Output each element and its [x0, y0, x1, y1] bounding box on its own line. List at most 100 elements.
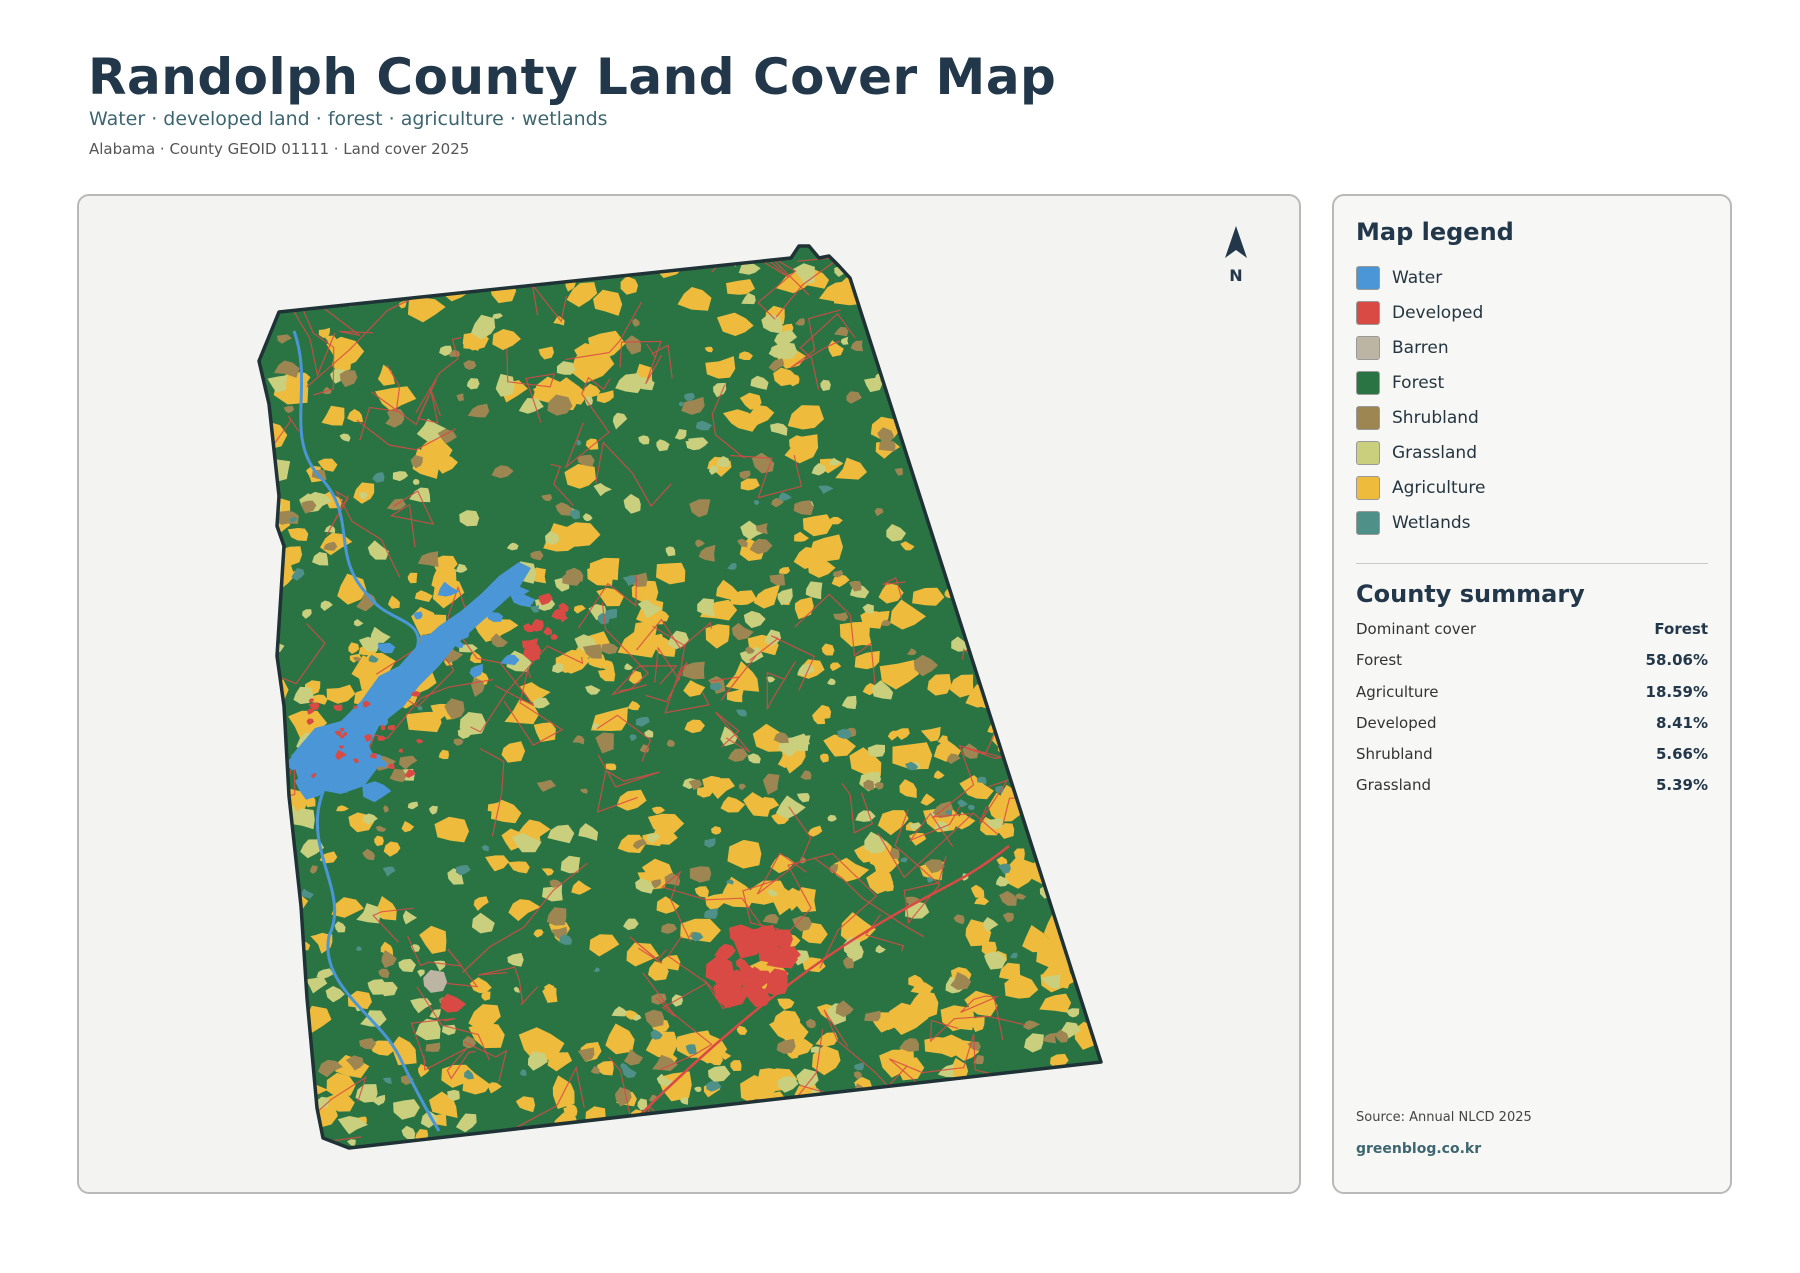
legend-label: Water [1392, 267, 1443, 288]
grassland-patch [1064, 395, 1082, 409]
shrubland-patch [993, 656, 1015, 675]
grassland-patch [1047, 324, 1057, 331]
agriculture-patch [1009, 607, 1041, 634]
grassland-patch [1079, 262, 1094, 276]
summary-label: Forest [1356, 651, 1403, 670]
agriculture-patch [729, 1115, 753, 1137]
grassland-patch [923, 380, 943, 395]
agriculture-patch [1092, 949, 1101, 964]
agriculture-patch [908, 351, 927, 370]
road-line [1077, 304, 1101, 379]
summary-value: 5.66% [1655, 745, 1708, 764]
grassland-patch [1060, 572, 1085, 592]
road-line [1037, 745, 1082, 773]
shrubland-patch [925, 321, 932, 328]
agriculture-patch [936, 290, 962, 313]
agriculture-patch [915, 356, 939, 373]
grassland-patch [960, 436, 987, 455]
grassland-patch [1092, 446, 1101, 467]
agriculture-patch [1053, 300, 1086, 327]
road-line [645, 1105, 782, 1148]
summary-value: 5.39% [1655, 776, 1708, 795]
grassland-patch [959, 1112, 975, 1126]
agriculture-patch [576, 251, 587, 261]
agriculture-patch [991, 408, 1019, 438]
site-credit[interactable]: greenblog.co.kr [1356, 1141, 1481, 1157]
grassland-patch [1015, 247, 1037, 268]
grassland-patch [278, 816, 287, 824]
agriculture-patch [937, 1134, 955, 1148]
road-line [259, 728, 263, 795]
road-line [682, 246, 748, 273]
agriculture-patch [1031, 826, 1061, 849]
grassland-patch [1070, 246, 1095, 259]
agriculture-patch [1081, 834, 1101, 853]
agriculture-patch [1071, 1090, 1100, 1113]
road-line [924, 363, 973, 429]
agriculture-patch [955, 569, 962, 576]
agriculture-patch [1094, 530, 1101, 548]
grassland-patch [1085, 572, 1101, 590]
shrubland-patch [926, 465, 941, 484]
agriculture-patch [972, 564, 993, 583]
county-map[interactable] [79, 196, 1301, 1194]
road-line [964, 541, 1039, 627]
agriculture-patch [1072, 468, 1089, 483]
agriculture-patch [968, 264, 982, 278]
agriculture-patch [259, 710, 279, 738]
map-panel[interactable] [77, 194, 1301, 1194]
agriculture-patch [956, 288, 978, 304]
agriculture-patch [781, 1098, 811, 1120]
agriculture-patch [259, 1108, 275, 1122]
agriculture-patch [1012, 529, 1024, 538]
grassland-patch [1054, 580, 1081, 602]
shrubland-patch [259, 676, 270, 686]
north-arrow-icon [1225, 226, 1247, 258]
agriculture-patch [977, 615, 987, 623]
road-line [1081, 927, 1101, 980]
map-legend: Water Developed Barren Forest Shrubland … [1356, 260, 1486, 540]
north-arrow: N [1220, 224, 1252, 285]
shrubland-patch [980, 540, 1008, 555]
agriculture-patch [934, 306, 954, 324]
agriculture-patch [892, 363, 903, 374]
shrubland-patch [991, 522, 1000, 531]
agriculture-patch [270, 1001, 297, 1020]
shrubland-patch [269, 935, 281, 945]
legend-item-barren: Barren [1356, 330, 1486, 365]
agriculture-patch [1019, 781, 1044, 803]
agriculture-patch [909, 1106, 944, 1132]
road-line [1041, 1064, 1101, 1145]
grassland-patch [967, 284, 980, 296]
agriculture-patch [682, 1114, 710, 1138]
shrubland-patch [267, 961, 288, 973]
agriculture-patch [975, 458, 987, 468]
agriculture-patch [879, 308, 911, 335]
shrubland-patch [1075, 603, 1097, 621]
agriculture-patch [979, 343, 1006, 360]
grassland-patch [933, 395, 953, 410]
shrubland-patch [1030, 462, 1051, 478]
agriculture-patch [1019, 676, 1057, 701]
agriculture-patch [1003, 647, 1015, 660]
agriculture-patch [1047, 793, 1060, 804]
legend-label: Shrubland [1392, 407, 1479, 428]
agriculture-patch [1069, 1074, 1084, 1087]
shrubland-patch [938, 464, 962, 478]
agriculture-patch [959, 300, 992, 321]
agriculture-patch [952, 464, 989, 490]
agriculture-patch [1010, 294, 1036, 314]
grassland-patch [888, 1096, 909, 1113]
shrubland-patch [259, 675, 270, 689]
agriculture-patch [997, 647, 1039, 681]
shrubland-patch [936, 492, 957, 505]
agriculture-patch [1055, 1108, 1073, 1126]
agriculture-patch [271, 907, 287, 922]
shrubland-patch [1000, 549, 1013, 561]
shrubland-patch [989, 287, 1012, 308]
agriculture-patch [1063, 423, 1094, 453]
agriculture-patch [288, 1015, 303, 1029]
agriculture-patch [400, 246, 428, 266]
side-panel: Map legend Water Developed Barren Forest… [1332, 194, 1732, 1194]
agriculture-patch [1095, 607, 1101, 635]
